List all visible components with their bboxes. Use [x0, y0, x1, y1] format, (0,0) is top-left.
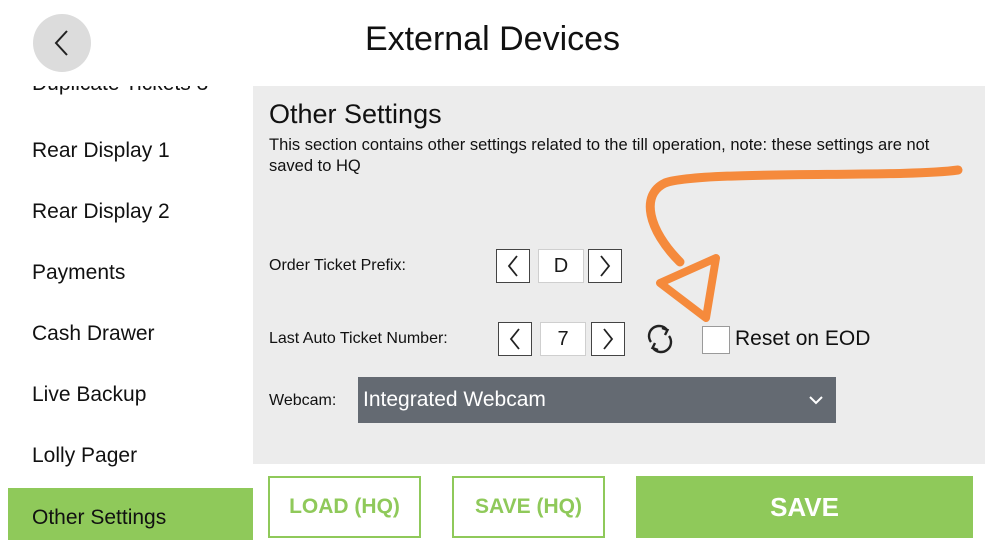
- sidebar-item-rear-display-2[interactable]: Rear Display 2: [0, 188, 253, 236]
- chevron-left-icon: [507, 255, 518, 277]
- reset-on-eod-checkbox[interactable]: [702, 326, 730, 354]
- sidebar: Duplicate Tickets 3 Rear Display 1 Rear …: [0, 86, 253, 540]
- refresh-icon: [647, 324, 673, 354]
- save-hq-button[interactable]: SAVE (HQ): [452, 476, 605, 538]
- section-title: Other Settings: [269, 99, 442, 129]
- chevron-left-icon: [509, 328, 520, 350]
- webcam-selected-value: Integrated Webcam: [363, 388, 546, 411]
- webcam-label: Webcam:: [269, 392, 337, 409]
- ticket-number-decrement-button[interactable]: [498, 322, 532, 356]
- sidebar-item-cash-drawer[interactable]: Cash Drawer: [0, 310, 253, 358]
- order-ticket-prefix-label: Order Ticket Prefix:: [269, 257, 406, 274]
- sidebar-item-live-backup[interactable]: Live Backup: [0, 371, 253, 419]
- sidebar-item-lolly-pager[interactable]: Lolly Pager: [0, 432, 253, 480]
- sidebar-item-rear-display-1[interactable]: Rear Display 1: [0, 127, 253, 175]
- webcam-select[interactable]: Integrated Webcam: [358, 377, 836, 423]
- reset-on-eod-label: Reset on EOD: [735, 327, 871, 350]
- section-description: This section contains other settings rel…: [269, 136, 930, 175]
- header: External Devices: [0, 0, 985, 86]
- sidebar-item-duplicate-tickets-3[interactable]: Duplicate Tickets 3: [0, 86, 253, 108]
- settings-panel: Other Settings This section contains oth…: [253, 86, 985, 464]
- prefix-increment-button[interactable]: [588, 249, 622, 283]
- order-ticket-prefix-value[interactable]: D: [538, 249, 584, 283]
- ticket-number-increment-button[interactable]: [591, 322, 625, 356]
- last-auto-ticket-number-label: Last Auto Ticket Number:: [269, 330, 448, 347]
- save-button[interactable]: SAVE: [636, 476, 973, 538]
- page-title: External Devices: [364, 20, 621, 58]
- sidebar-item-other-settings[interactable]: Other Settings: [8, 488, 253, 540]
- chevron-right-icon: [600, 255, 611, 277]
- load-hq-button[interactable]: LOAD (HQ): [268, 476, 421, 538]
- chevron-down-icon: [809, 396, 823, 405]
- prefix-decrement-button[interactable]: [496, 249, 530, 283]
- chevron-right-icon: [603, 328, 614, 350]
- refresh-button[interactable]: [643, 322, 677, 356]
- last-auto-ticket-number-value[interactable]: 7: [540, 322, 586, 356]
- sidebar-item-payments[interactable]: Payments: [0, 249, 253, 297]
